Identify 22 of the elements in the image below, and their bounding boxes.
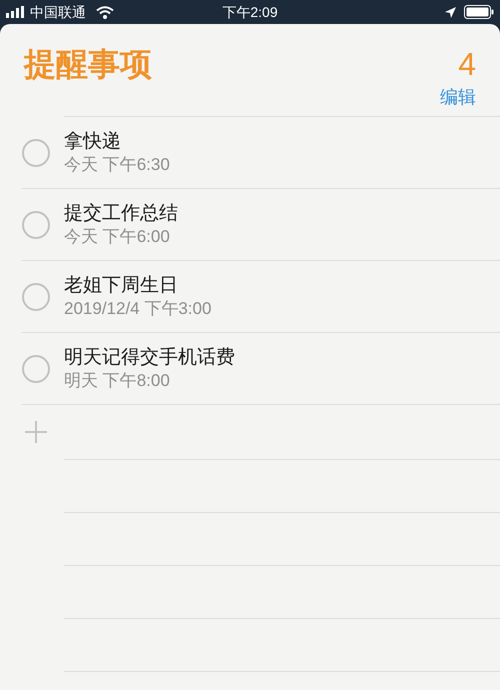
carrier-name: 中国联通 — [30, 2, 86, 22]
reminder-title: 提交工作总结 — [64, 202, 178, 226]
checkbox[interactable] — [22, 138, 50, 166]
reminder-title: 拿快递 — [64, 130, 122, 154]
reminder-title: 明天记得交手机话费 — [64, 346, 235, 370]
checkbox[interactable] — [22, 210, 50, 238]
location-arrow-icon — [445, 6, 456, 18]
wifi-icon — [96, 6, 114, 18]
add-icon[interactable] — [24, 420, 48, 444]
due-date: 今天 下午6:00 — [64, 226, 171, 248]
due-date: 今天 下午6:30 — [64, 154, 170, 176]
signal-icon — [6, 6, 26, 18]
reminder-title: 老姐下周生日 — [64, 274, 179, 298]
checkbox[interactable] — [22, 282, 50, 310]
battery-icon — [464, 5, 494, 19]
clock-time: 下午2:09 — [222, 2, 278, 22]
due-date: 明天 下午8:00 — [64, 370, 171, 392]
edit-button[interactable]: 编辑 — [440, 85, 476, 109]
list-title: 提醒事项 — [24, 45, 152, 84]
checkbox[interactable] — [22, 354, 50, 382]
due-date: 2019/12/4 下午3:00 — [64, 298, 212, 320]
reminder-count: 4 — [458, 45, 476, 84]
